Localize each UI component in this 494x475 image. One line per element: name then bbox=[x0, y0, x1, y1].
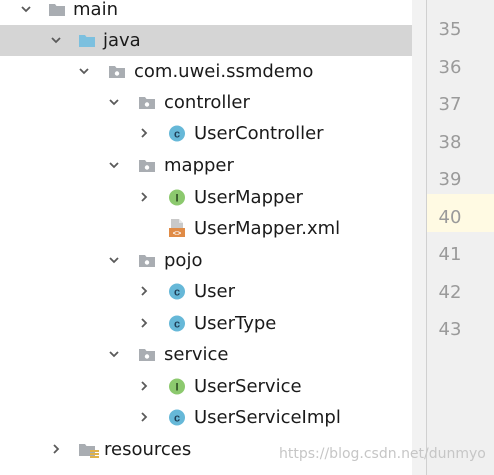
interface-icon: I bbox=[168, 189, 186, 206]
tree-row-user-mapper-xml[interactable]: <> UserMapper.xml bbox=[0, 213, 412, 244]
line-number: 37 bbox=[438, 94, 462, 115]
chevron-right-icon[interactable] bbox=[50, 443, 62, 455]
tree-bottom-edge bbox=[0, 470, 412, 475]
tree-label: main bbox=[73, 0, 118, 20]
svg-text:I: I bbox=[175, 193, 178, 205]
chevron-down-icon[interactable] bbox=[78, 65, 90, 77]
package-icon bbox=[138, 157, 156, 174]
line-number: 43 bbox=[438, 319, 462, 340]
chevron-down-icon[interactable] bbox=[108, 96, 120, 108]
chevron-down-icon[interactable] bbox=[108, 159, 120, 171]
chevron-right-icon[interactable] bbox=[138, 285, 150, 297]
tree-row-service[interactable]: service bbox=[0, 339, 412, 370]
tree-row-user-service-impl[interactable]: c UserServiceImpl bbox=[0, 402, 412, 433]
interface-icon: I bbox=[168, 378, 186, 395]
chevron-down-icon[interactable] bbox=[108, 254, 120, 266]
chevron-down-icon[interactable] bbox=[20, 3, 32, 15]
xml-file-icon: <> bbox=[168, 218, 186, 238]
chevron-down-icon[interactable] bbox=[50, 34, 62, 46]
chevron-right-icon[interactable] bbox=[138, 411, 150, 423]
folder-icon bbox=[48, 1, 66, 18]
line-number: 42 bbox=[438, 282, 462, 303]
watermark: https://blog.csdn.net/dunmyo bbox=[279, 446, 486, 462]
tree-label: UserMapper bbox=[194, 187, 303, 208]
tree-row-user-controller[interactable]: c UserController bbox=[0, 118, 412, 149]
tree-label: pojo bbox=[164, 250, 203, 271]
tree-row-mapper[interactable]: mapper bbox=[0, 150, 412, 181]
project-tree: main java com.uwei.ssmdemo controller c … bbox=[0, 0, 412, 475]
class-icon: c bbox=[168, 315, 186, 332]
svg-text:<>: <> bbox=[173, 231, 181, 239]
tree-row-package[interactable]: com.uwei.ssmdemo bbox=[0, 56, 412, 87]
package-icon bbox=[138, 94, 156, 111]
line-number: 39 bbox=[438, 169, 462, 190]
svg-text:c: c bbox=[174, 287, 180, 299]
line-number: 36 bbox=[438, 57, 462, 78]
package-icon bbox=[108, 63, 126, 80]
class-icon: c bbox=[168, 125, 186, 142]
chevron-right-icon[interactable] bbox=[138, 380, 150, 392]
tree-label: UserMapper.xml bbox=[194, 218, 341, 239]
vertical-scrollbar[interactable] bbox=[412, 0, 426, 475]
tree-label: UserServiceImpl bbox=[194, 407, 341, 428]
tree-label: UserController bbox=[194, 123, 324, 144]
svg-text:I: I bbox=[175, 382, 178, 394]
tree-row-java[interactable]: java bbox=[0, 25, 412, 56]
tree-label: resources bbox=[104, 439, 192, 460]
class-icon: c bbox=[168, 283, 186, 300]
package-icon bbox=[138, 252, 156, 269]
tree-label: java bbox=[103, 30, 141, 51]
line-number: 38 bbox=[438, 132, 462, 153]
tree-label: UserType bbox=[194, 313, 277, 334]
tree-row-controller[interactable]: controller bbox=[0, 87, 412, 118]
tree-row-user-service[interactable]: I UserService bbox=[0, 371, 412, 402]
chevron-right-icon[interactable] bbox=[138, 191, 150, 203]
tree-label: com.uwei.ssmdemo bbox=[134, 61, 314, 82]
line-number: 35 bbox=[438, 19, 462, 40]
tree-label: UserService bbox=[194, 376, 302, 397]
tree-row-user-mapper[interactable]: I UserMapper bbox=[0, 182, 412, 213]
tree-row-user-type[interactable]: c UserType bbox=[0, 308, 412, 339]
chevron-right-icon[interactable] bbox=[138, 317, 150, 329]
tree-label: User bbox=[194, 281, 236, 302]
tree-row-pojo[interactable]: pojo bbox=[0, 245, 412, 276]
svg-text:c: c bbox=[174, 319, 180, 331]
tree-label: service bbox=[164, 344, 229, 365]
class-icon: c bbox=[168, 409, 186, 426]
tree-row-main[interactable]: main bbox=[0, 0, 412, 25]
resources-folder-icon bbox=[78, 441, 99, 458]
chevron-right-icon[interactable] bbox=[138, 127, 150, 139]
svg-text:c: c bbox=[174, 129, 180, 141]
line-number: 40 bbox=[438, 207, 462, 228]
source-folder-icon bbox=[78, 32, 96, 49]
tree-label: mapper bbox=[164, 155, 234, 176]
chevron-down-icon[interactable] bbox=[108, 348, 120, 360]
line-number: 41 bbox=[438, 244, 462, 265]
tree-row-user[interactable]: c User bbox=[0, 276, 412, 307]
tree-label: controller bbox=[164, 92, 250, 113]
package-icon bbox=[138, 346, 156, 363]
svg-text:c: c bbox=[174, 413, 180, 425]
